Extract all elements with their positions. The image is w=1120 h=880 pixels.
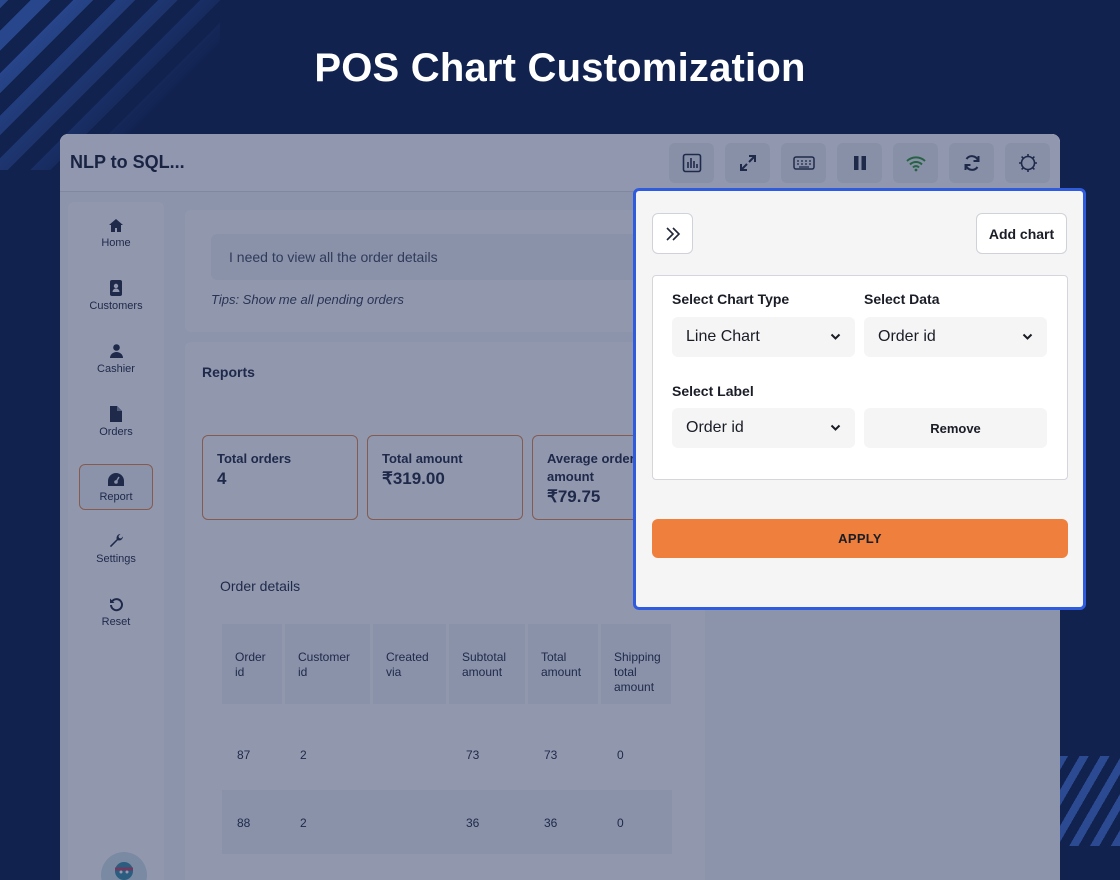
apply-button[interactable]: APPLY	[652, 519, 1068, 558]
label-select-label: Select Label	[672, 383, 754, 399]
decorative-stripes-bottom-right	[1050, 756, 1120, 846]
chevron-down-icon	[1022, 333, 1033, 340]
data-value: Order id	[878, 328, 936, 345]
chevron-down-icon	[830, 424, 841, 431]
chart-type-label: Select Chart Type	[672, 291, 790, 307]
chart-type-select[interactable]: Line Chart	[672, 317, 855, 357]
label-select[interactable]: Order id	[672, 408, 855, 448]
double-chevron-right-icon	[665, 226, 680, 241]
label-value: Order id	[686, 419, 744, 436]
collapse-panel-button[interactable]	[652, 213, 693, 254]
chart-type-value: Line Chart	[686, 328, 760, 345]
remove-button[interactable]: Remove	[864, 408, 1047, 448]
data-label: Select Data	[864, 291, 940, 307]
data-select[interactable]: Order id	[864, 317, 1047, 357]
chart-config-box: Select Chart Type Select Data Line Chart…	[652, 275, 1068, 480]
add-chart-button[interactable]: Add chart	[976, 213, 1067, 254]
page-title: POS Chart Customization	[314, 46, 806, 90]
chart-customization-modal: Add chart Select Chart Type Select Data …	[633, 188, 1086, 610]
chevron-down-icon	[830, 333, 841, 340]
